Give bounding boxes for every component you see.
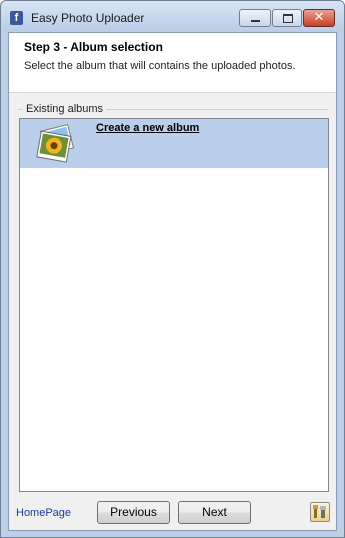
homepage-link[interactable]: HomePage [16,507,71,519]
create-album-label: Create a new album [96,122,200,134]
albums-list[interactable]: Create a new album [19,118,329,492]
maximize-button[interactable] [272,9,302,27]
previous-button[interactable]: Previous [97,501,170,524]
photos-icon [36,124,75,163]
albums-group: Existing albums Create a new album [18,103,329,493]
window-title: Easy Photo Uploader [31,11,145,25]
list-item-create-album[interactable]: Create a new album [20,119,328,168]
albums-group-label: Existing albums [23,103,107,115]
next-button[interactable]: Next [178,501,251,524]
close-button[interactable]: ✕ [303,9,335,27]
tools-icon [313,505,326,518]
client-area: Step 3 - Album selection Select the albu… [8,32,337,531]
title-bar[interactable]: f Easy Photo Uploader ✕ [1,1,344,32]
close-icon: ✕ [313,10,325,25]
step-title: Step 3 - Album selection [24,40,163,54]
minimize-button[interactable] [239,9,271,27]
maximize-icon [283,14,293,23]
minimize-icon [251,20,260,22]
tools-button[interactable] [310,502,330,522]
step-header: Step 3 - Album selection Select the albu… [9,33,336,93]
step-description: Select the album that will contains the … [24,60,296,72]
app-window: f Easy Photo Uploader ✕ Step 3 - Album s… [0,0,345,538]
facebook-f-icon: f [10,11,23,25]
